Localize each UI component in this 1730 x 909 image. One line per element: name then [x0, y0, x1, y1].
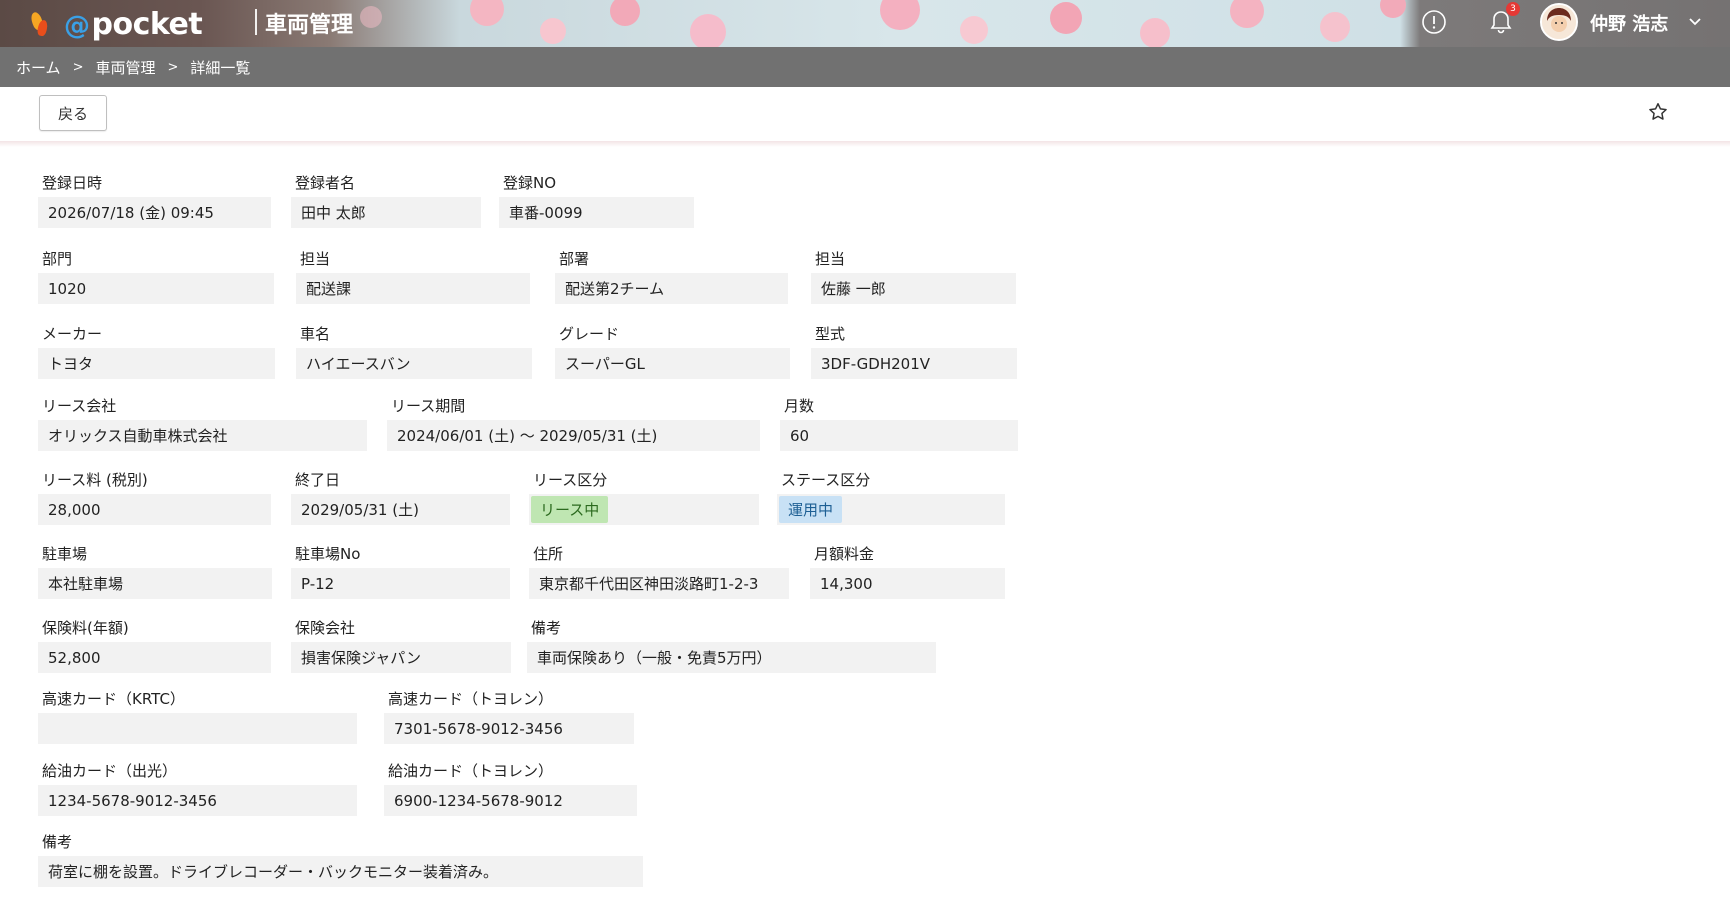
app-title: 車両管理 [265, 13, 354, 38]
breadcrumb: ホーム > 車両管理 > 詳細一覧 [0, 47, 1730, 87]
field-label: 保険会社 [295, 619, 356, 637]
field-value: トヨタ [38, 348, 275, 379]
toolbar-divider [0, 141, 1730, 147]
field-label: 駐車場No [295, 545, 361, 563]
field-label: 登録者名 [295, 174, 356, 192]
field-label: 給油カード（トヨレン） [388, 762, 554, 780]
star-icon[interactable] [1647, 101, 1671, 125]
blossom-decoration [610, 0, 640, 26]
breadcrumb-current: 詳細一覧 [190, 58, 251, 77]
blossom-decoration [540, 18, 566, 44]
field-label: 高速カード（トヨレン） [388, 690, 554, 708]
field-value: 6900-1234-5678-9012 [384, 785, 637, 816]
field-label: 登録日時 [42, 174, 103, 192]
app-logo[interactable]: @pocket [28, 6, 203, 42]
field-label: 担当 [300, 250, 331, 268]
blossom-decoration [880, 0, 920, 30]
logo-flame-icon [28, 10, 50, 38]
breadcrumb-separator: > [167, 59, 179, 75]
field-value: 佐藤 一郎 [811, 273, 1016, 304]
field-label: 型式 [815, 325, 846, 343]
blossom-decoration [1320, 12, 1350, 42]
field-value: 東京都千代田区神田淡路町1-2-3 [529, 568, 789, 599]
operation-status-badge: 運用中 [779, 496, 843, 523]
field-label: リース会社 [42, 397, 117, 415]
field-value: P-12 [291, 568, 510, 599]
blossom-decoration [690, 14, 726, 47]
blossom-decoration [470, 0, 504, 26]
field-value: 配送課 [296, 273, 530, 304]
top-header [0, 0, 1730, 47]
field-value: オリックス自動車株式会社 [38, 420, 367, 451]
blossom-decoration [360, 6, 382, 28]
field-label: 車名 [300, 325, 331, 343]
field-value: 2024/06/01 (土) 〜 2029/05/31 (土) [387, 420, 760, 451]
field-label: 備考 [42, 833, 73, 851]
field-label: 終了日 [295, 471, 341, 489]
field-value: スーパーGL [555, 348, 790, 379]
blossom-decoration [960, 16, 988, 44]
breadcrumb-home[interactable]: ホーム [16, 57, 61, 78]
blossom-decoration [1380, 0, 1406, 18]
field-value: 荷室に棚を設置。ドライブレコーダー・バックモニター装着済み。 [38, 856, 643, 887]
field-value: 配送第2チーム [555, 273, 788, 304]
title-divider [255, 9, 257, 35]
field-label: 月数 [784, 397, 815, 415]
field-label: 住所 [533, 545, 564, 563]
field-label: 登録NO [503, 174, 557, 192]
field-label: 部門 [42, 250, 73, 268]
toolbar: 戻る [0, 87, 1730, 141]
field-label: ステース区分 [781, 471, 871, 489]
field-label: グレード [559, 325, 620, 343]
field-label: 駐車場 [42, 545, 88, 563]
field-value: 2029/05/31 (土) [291, 494, 510, 525]
breadcrumb-vehicle-management[interactable]: 車両管理 [95, 57, 155, 78]
field-label: 保険料(年額) [42, 619, 129, 637]
blossom-decoration [1050, 2, 1082, 34]
back-button[interactable]: 戻る [39, 95, 107, 131]
field-label: 月額料金 [814, 545, 875, 563]
notification-badge: 3 [1506, 2, 1520, 16]
field-value: 28,000 [38, 494, 271, 525]
field-label: 高速カード（KRTC） [42, 690, 185, 708]
blossom-decoration [1140, 18, 1170, 47]
field-value: 14,300 [810, 568, 1005, 599]
field-label: リース期間 [391, 397, 466, 415]
field-value: 1020 [38, 273, 274, 304]
field-value: 車番-0099 [499, 197, 694, 228]
avatar[interactable] [1540, 3, 1578, 41]
field-value: 1234-5678-9012-3456 [38, 785, 357, 816]
field-value: 2026/07/18 (金) 09:45 [38, 197, 271, 228]
field-label: 備考 [531, 619, 562, 637]
field-value: 本社駐車場 [38, 568, 272, 599]
field-value: 60 [780, 420, 1018, 451]
info-icon[interactable] [1420, 8, 1448, 36]
field-value: 52,800 [38, 642, 271, 673]
field-value: 車両保険あり（一般・免責5万円） [527, 642, 936, 673]
field-label: 担当 [815, 250, 846, 268]
field-value: 田中 太郎 [291, 197, 481, 228]
field-value: 損害保険ジャパン [291, 642, 511, 673]
breadcrumb-separator: > [72, 59, 84, 75]
field-label: リース区分 [533, 471, 608, 489]
chevron-down-icon[interactable] [1686, 12, 1704, 30]
lease-status-badge: リース中 [531, 496, 609, 523]
field-value: 3DF-GDH201V [811, 348, 1017, 379]
field-label: 部署 [559, 250, 590, 268]
field-value: リース中 [529, 494, 759, 525]
field-label: 給油カード（出光） [42, 762, 178, 780]
field-value: 運用中 [777, 494, 1005, 525]
field-label: メーカー [42, 325, 103, 343]
field-value: ハイエースバン [296, 348, 532, 379]
user-name[interactable]: 仲野 浩志 [1590, 10, 1668, 36]
field-value: 7301-5678-9012-3456 [384, 713, 634, 744]
logo-text: @pocket [64, 6, 203, 42]
field-value [38, 713, 357, 744]
blossom-decoration [1230, 0, 1264, 28]
field-label: リース料 (税別) [42, 471, 148, 489]
